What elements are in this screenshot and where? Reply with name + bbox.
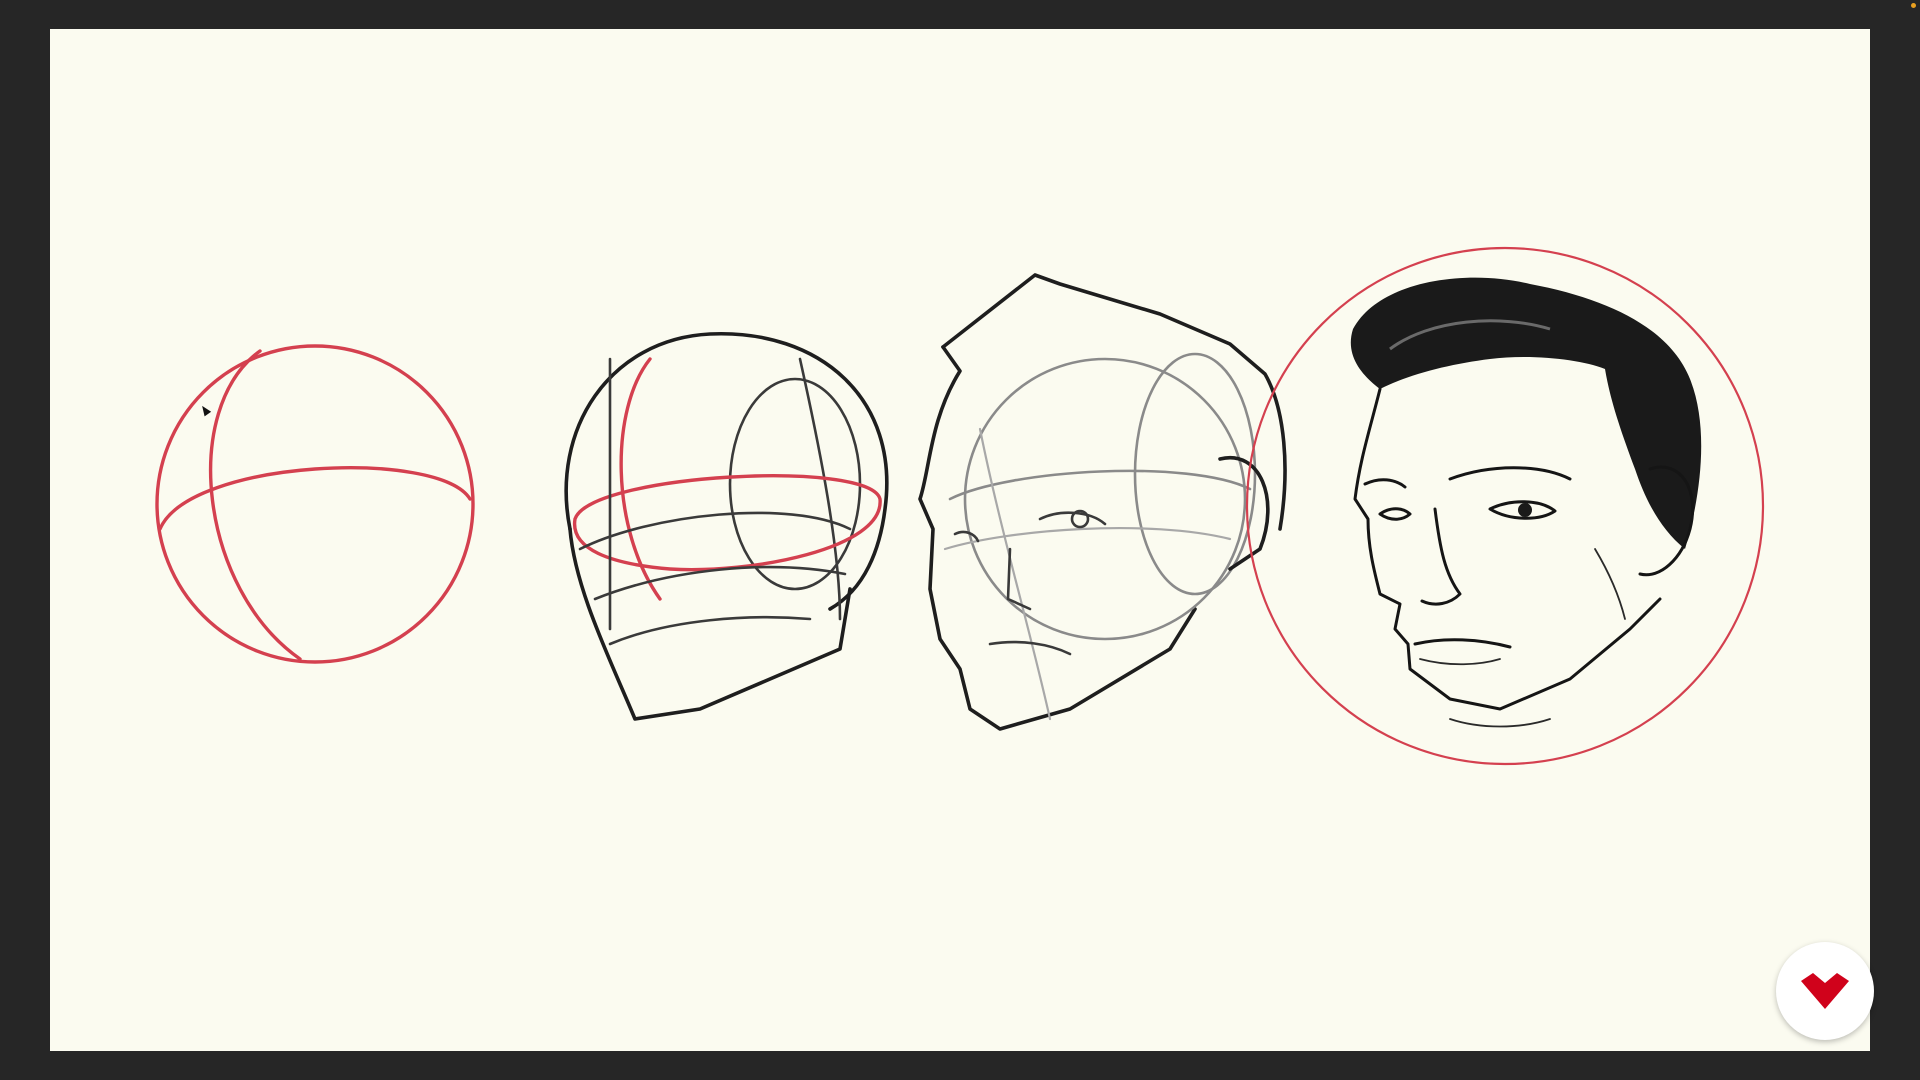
canvas-artwork (155, 246, 1765, 766)
portrait-mouth (1413, 638, 1512, 649)
eye-sketch-left (953, 530, 980, 543)
stage-face-planes (918, 273, 1287, 731)
cheek-shading (1594, 548, 1626, 620)
brand-logo-icon (1801, 973, 1849, 1009)
stage-head-block (564, 332, 889, 721)
left-brow (1363, 478, 1407, 489)
sphere-meridian (208, 349, 302, 661)
cheek-plane (943, 527, 1232, 551)
nose-base-line (593, 565, 847, 601)
right-iris (1518, 503, 1532, 517)
mouth-sketch (988, 640, 1072, 656)
portrait-nose (1420, 507, 1462, 606)
sphere-outline (155, 344, 475, 664)
face-axis (978, 427, 1052, 721)
drawing-canvas[interactable] (50, 29, 1870, 1051)
profile-outline (918, 345, 1197, 731)
app-window (0, 0, 1920, 1080)
mouth-line (608, 615, 812, 646)
brand-badge[interactable] (1776, 942, 1874, 1040)
lower-lip (1419, 658, 1501, 666)
status-indicator (1911, 3, 1916, 8)
left-eye (1378, 507, 1412, 521)
sphere-equator (158, 466, 472, 531)
cheek-line (578, 511, 852, 551)
nose-sketch (1006, 547, 1032, 611)
neck-line (1449, 718, 1551, 728)
stage-portrait (1245, 246, 1765, 766)
stage-sphere (155, 344, 475, 664)
portrait-face-outline (1353, 387, 1662, 711)
right-brow (1448, 466, 1572, 481)
